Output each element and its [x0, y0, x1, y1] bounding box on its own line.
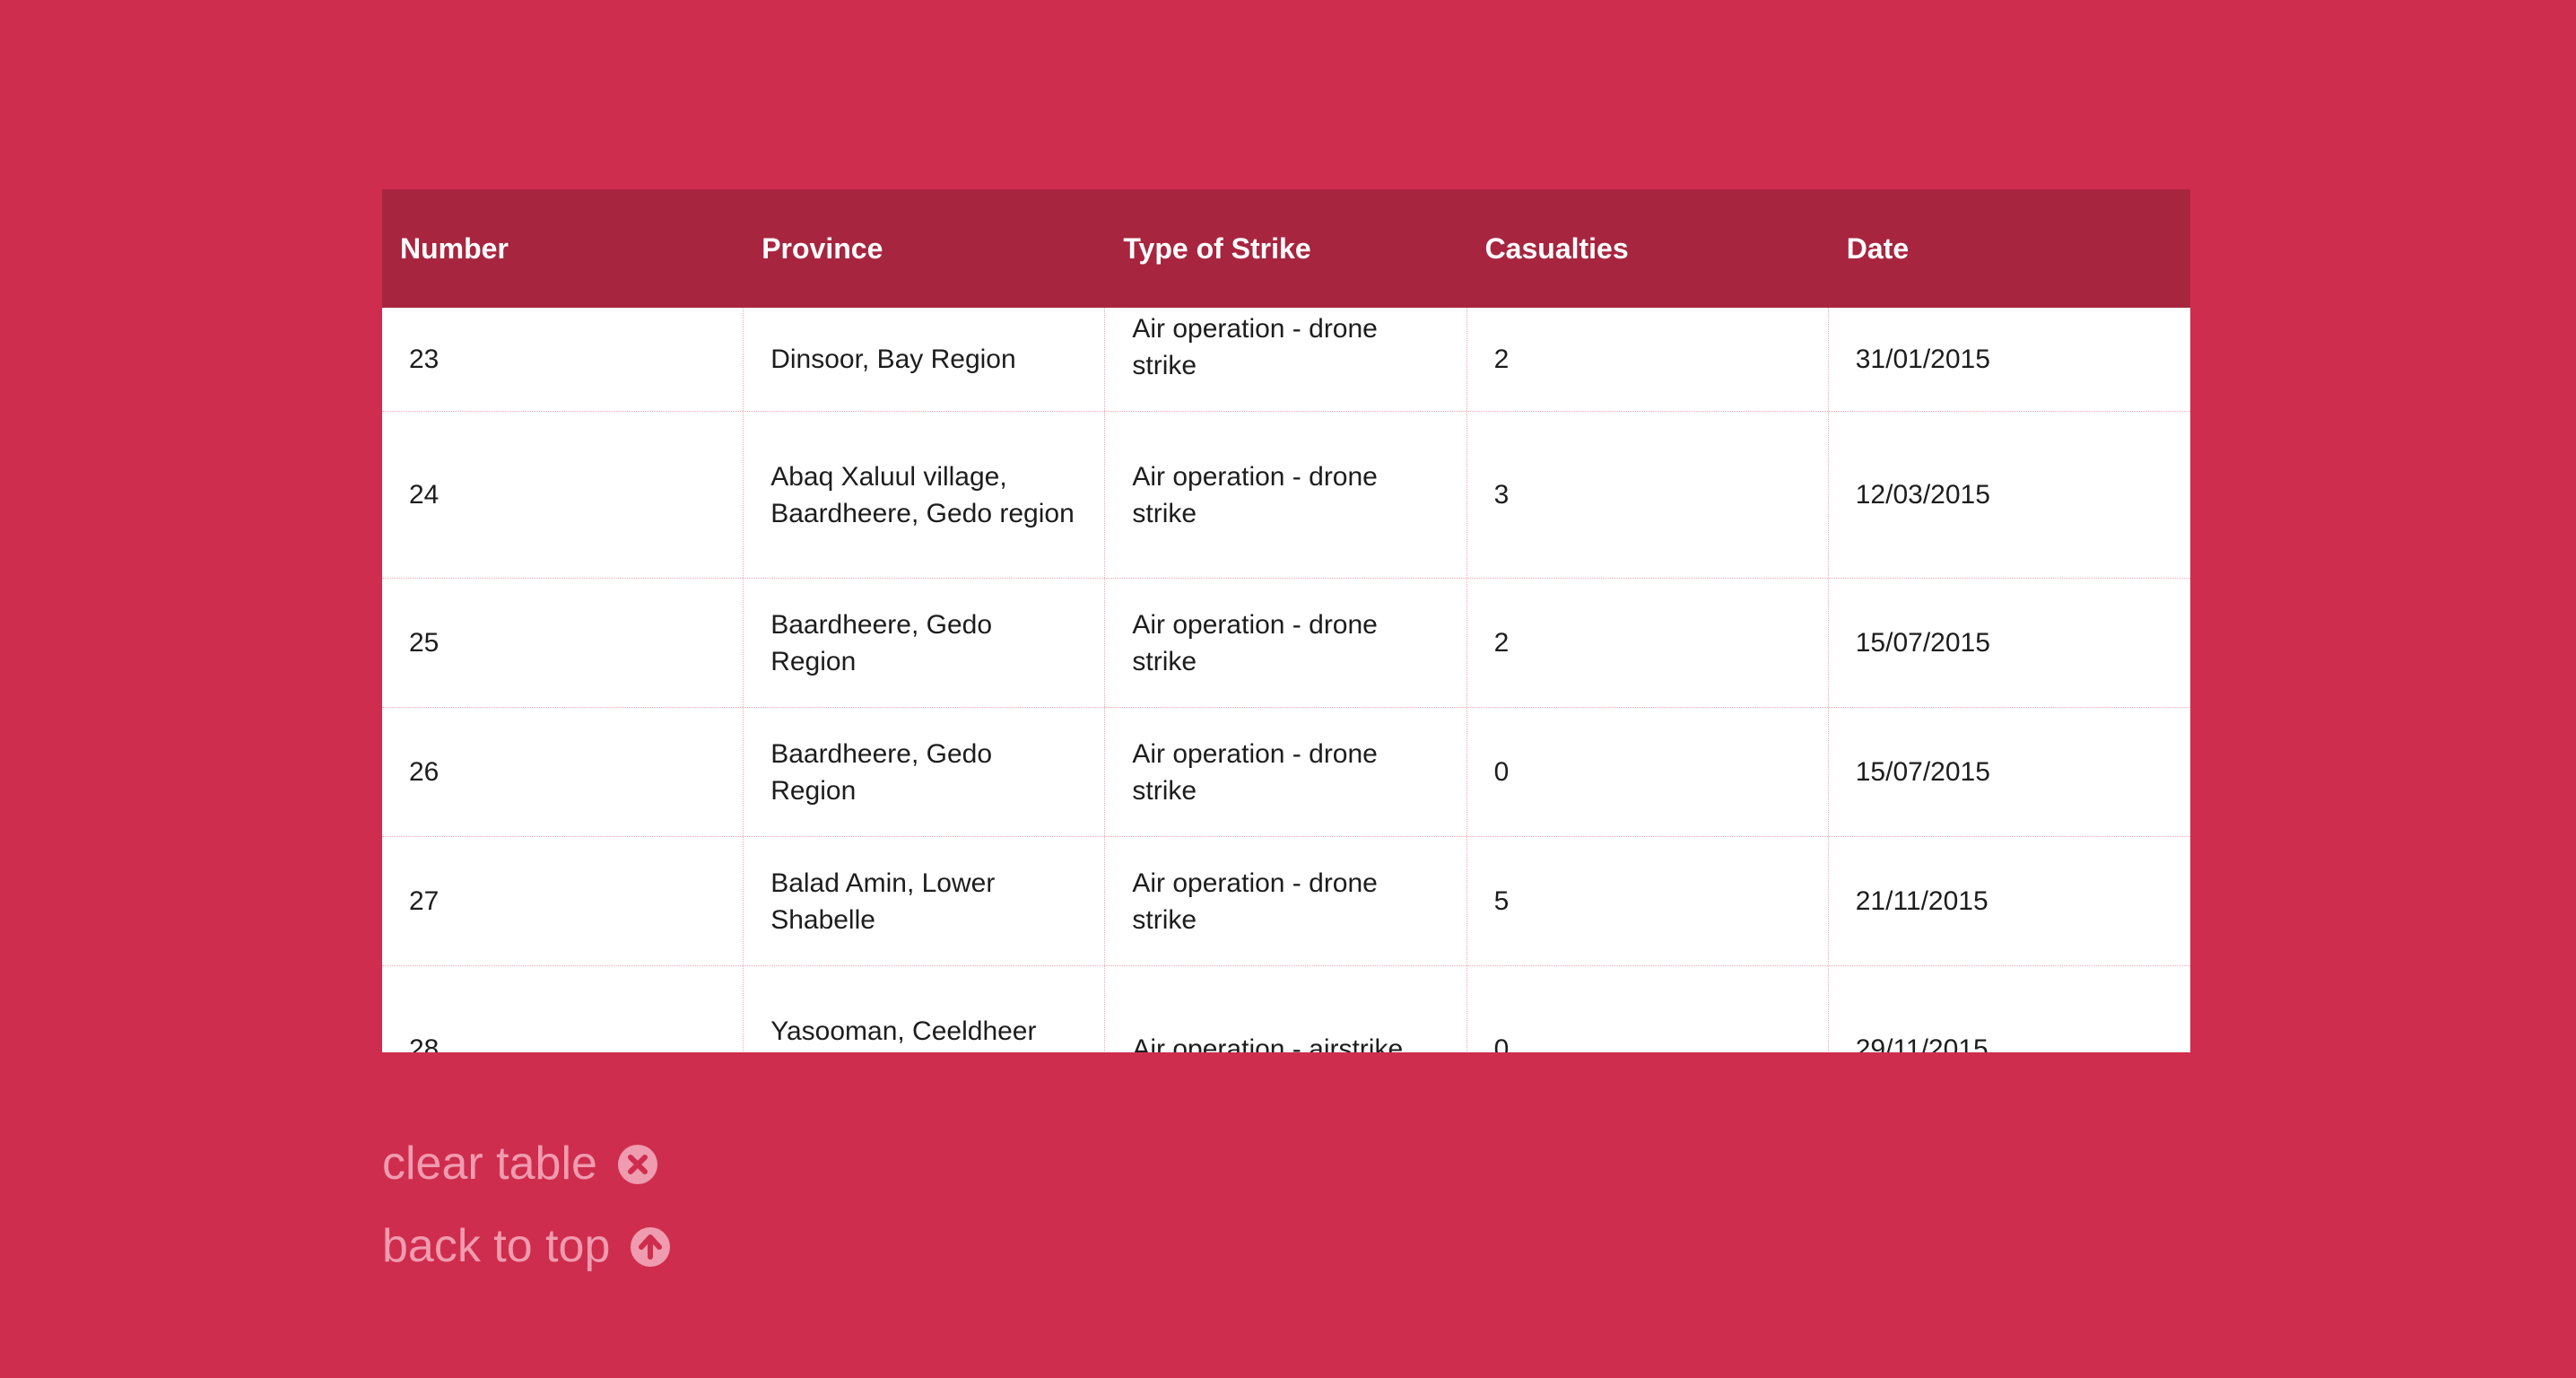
cell-casualties: 5: [1467, 837, 1829, 965]
arrow-up-circle-icon: [630, 1225, 671, 1267]
cell-casualties: 0: [1467, 966, 1829, 1052]
table-row: 27 Balad Amin, Lower Shabelle Air operat…: [382, 837, 2190, 966]
cell-date: 15/07/2015: [1855, 628, 1990, 658]
page: Number Province Type of Strike Casualtie…: [0, 0, 2576, 1378]
table-header: Number Province Type of Strike Casualtie…: [382, 189, 2190, 308]
cell-number: 25: [382, 579, 744, 707]
table-actions: clear table back to top: [382, 1132, 671, 1297]
header-casualties[interactable]: Casualties: [1467, 232, 1829, 266]
clear-table-label: clear table: [382, 1138, 597, 1190]
cell-province: Abaq Xaluul village, Baardheere, Gedo re…: [744, 412, 1106, 578]
cell-date: 15/07/2015: [1855, 757, 1990, 787]
table-row: 24 Abaq Xaluul village, Baardheere, Gedo…: [382, 412, 2190, 579]
cell-type: Air operation - drone strike: [1105, 412, 1467, 578]
cell-type: Air operation - drone strike: [1105, 308, 1467, 411]
cell-date: 21/11/2015: [1855, 886, 1989, 916]
table-row: 25 Baardheere, Gedo Region Air operation…: [382, 579, 2190, 708]
cell-type: Air operation - drone strike: [1105, 708, 1467, 836]
header-province[interactable]: Province: [744, 232, 1105, 266]
cell-date: 12/03/2015: [1855, 480, 1990, 510]
cell-province: Baardheere, Gedo Region: [744, 708, 1106, 836]
cell-province: Balad Amin, Lower Shabelle: [744, 837, 1106, 965]
cell-province: Baardheere, Gedo Region: [744, 579, 1106, 707]
clear-table-button[interactable]: clear table: [382, 1132, 671, 1195]
cell-province: Yasooman, Ceeldheer and Ceel Lahelay: [744, 966, 1106, 1052]
cell-type: Air operation - drone strike: [1105, 579, 1467, 707]
table-row: 26 Baardheere, Gedo Region Air operation…: [382, 708, 2190, 837]
table-row: 23 Dinsoor, Bay Region Air operation - d…: [382, 308, 2190, 412]
cell-number: 24: [382, 412, 744, 578]
header-number[interactable]: Number: [382, 232, 744, 266]
header-type[interactable]: Type of Strike: [1105, 232, 1466, 266]
table-body: 23 Dinsoor, Bay Region Air operation - d…: [382, 308, 2190, 1052]
back-to-top-button[interactable]: back to top: [382, 1215, 671, 1278]
cell-number: 27: [382, 837, 744, 965]
cell-number: 23: [382, 308, 744, 411]
cell-province: Dinsoor, Bay Region: [744, 308, 1106, 411]
cell-type: Air operation - airstrike: [1105, 966, 1467, 1052]
cell-date: 29/11/2015: [1855, 1034, 1989, 1052]
cell-number: 26: [382, 708, 744, 836]
cell-type: Air operation - drone strike: [1105, 837, 1467, 965]
cell-casualties: 3: [1467, 412, 1829, 578]
close-circle-icon: [617, 1143, 658, 1184]
cell-date: 31/01/2015: [1855, 344, 1990, 374]
cell-number: 28: [382, 966, 744, 1052]
cell-casualties: 2: [1467, 579, 1829, 707]
back-to-top-label: back to top: [382, 1220, 611, 1272]
cell-casualties: 0: [1467, 708, 1829, 836]
cell-casualties: 2: [1467, 308, 1829, 411]
strikes-table[interactable]: Number Province Type of Strike Casualtie…: [382, 189, 2190, 1052]
header-date[interactable]: Date: [1829, 232, 2190, 266]
table-row: 28 Yasooman, Ceeldheer and Ceel Lahelay …: [382, 966, 2190, 1052]
